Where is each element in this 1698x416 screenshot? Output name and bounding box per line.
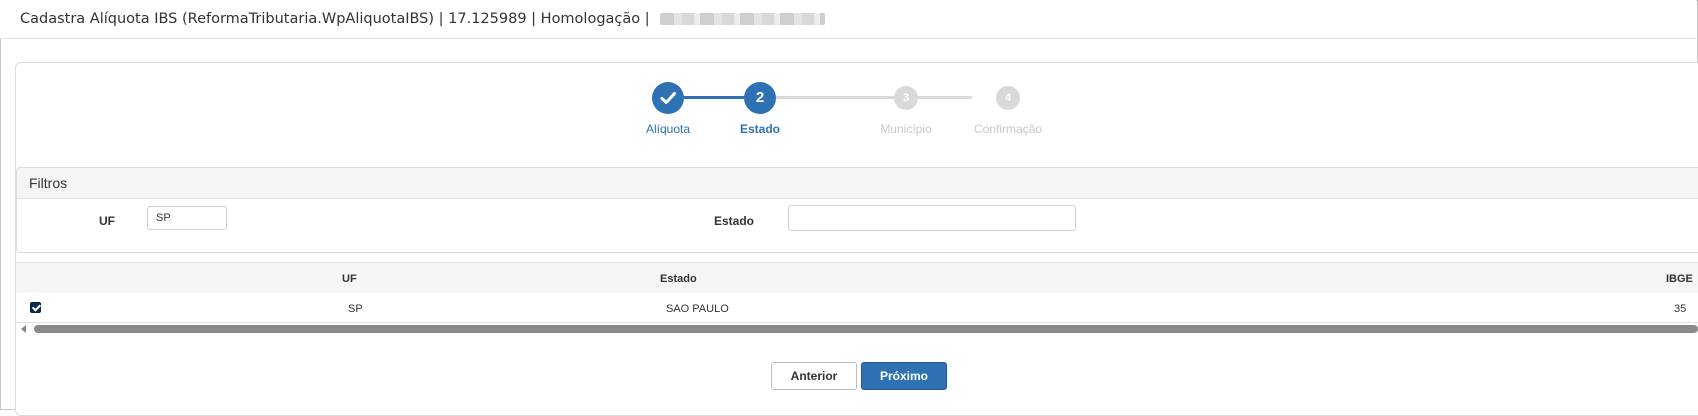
step-4-pending: 4	[996, 86, 1020, 110]
row-select-checkbox[interactable]	[30, 302, 41, 313]
step-2-active[interactable]: 2	[744, 82, 776, 114]
step-1-done[interactable]	[652, 82, 684, 114]
table-row[interactable]: SP SAO PAULO 35	[16, 293, 1698, 323]
states-grid: UF Estado IBGE SP SAO PAULO 35	[16, 262, 1698, 323]
step-3-number: 3	[902, 92, 910, 104]
step-4-number: 4	[1004, 92, 1012, 104]
previous-button[interactable]: Anterior	[771, 362, 857, 390]
horizontal-scrollbar[interactable]	[16, 324, 1698, 334]
uf-filter-input[interactable]: SP	[147, 206, 227, 230]
filters-title: Filtros	[17, 168, 1698, 199]
estado-filter-label: Estado	[714, 214, 755, 228]
filters-panel: Filtros UF SP Estado	[16, 167, 1698, 253]
cell-ibge: 35	[1674, 303, 1687, 315]
step-connector-pending	[776, 96, 874, 99]
step-2-number: 2	[755, 89, 765, 106]
column-header-ibge[interactable]: IBGE	[1666, 273, 1693, 285]
grid-header: UF Estado IBGE	[16, 262, 1698, 294]
step-4-label: Confirmação	[973, 122, 1043, 136]
wizard-stepper: 2 3 4 Alíquota Estado Município Confirma…	[0, 0, 1698, 150]
step-3-pending: 3	[894, 86, 918, 110]
estado-filter-input[interactable]	[788, 205, 1076, 231]
step-connector-pending	[874, 96, 972, 99]
next-button[interactable]: Próximo	[861, 362, 947, 390]
uf-filter-label: UF	[99, 214, 115, 228]
check-icon	[660, 92, 676, 104]
cell-uf: SP	[348, 303, 363, 315]
step-2-label: Estado	[739, 122, 780, 136]
scroll-left-arrow-icon[interactable]	[21, 325, 26, 333]
column-header-uf[interactable]: UF	[342, 273, 357, 285]
scrollbar-thumb[interactable]	[34, 325, 1698, 333]
cell-estado: SAO PAULO	[666, 303, 729, 315]
column-header-estado[interactable]: Estado	[660, 273, 697, 285]
